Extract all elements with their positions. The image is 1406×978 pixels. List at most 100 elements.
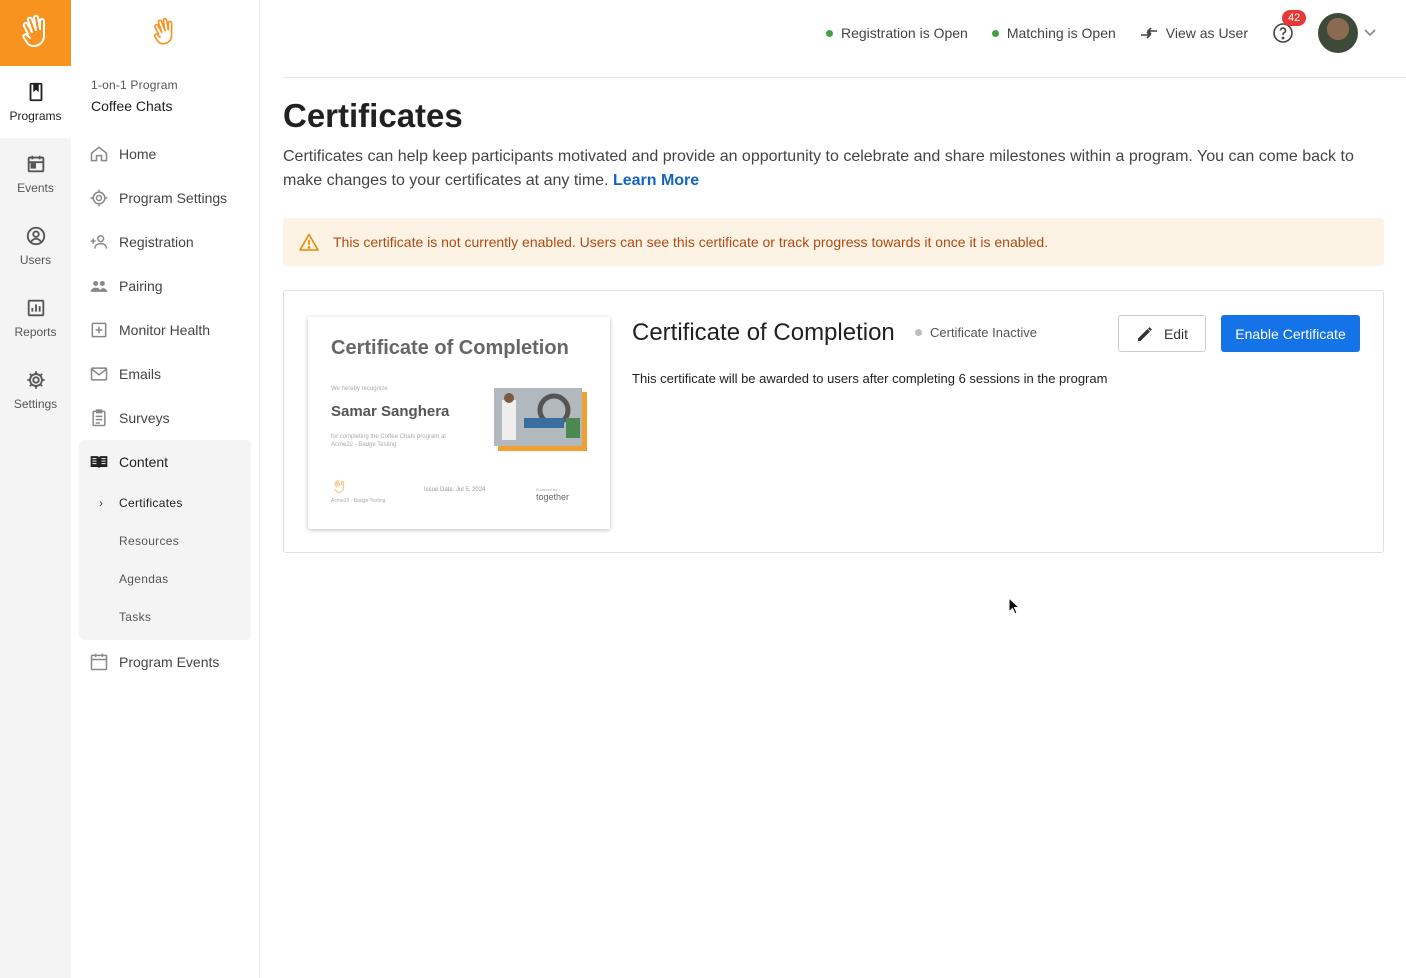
nav-subitem-label: Tasks	[119, 610, 152, 624]
nav-item-pairing[interactable]: Pairing	[79, 264, 251, 308]
matching-status: Matching is Open	[991, 25, 1116, 41]
registration-status: Registration is Open	[825, 25, 968, 41]
nav-subitem-resources[interactable]: Resources	[79, 522, 251, 560]
bar-chart-icon	[27, 299, 44, 317]
app-logo[interactable]	[0, 0, 71, 66]
nav-item-content[interactable]: Content	[79, 440, 251, 484]
preview-line: for completing the Coffee Chats program …	[331, 434, 446, 440]
user-circle-icon	[26, 226, 45, 246]
top-bar: Registration is Open Matching is Open Vi…	[260, 0, 1406, 66]
rail-item-users[interactable]: Users	[0, 210, 71, 282]
certificate-title: Certificate of Completion	[632, 319, 895, 346]
home-icon	[90, 146, 108, 162]
status-dot	[991, 29, 999, 37]
nav-subitem-label: Resources	[119, 534, 180, 548]
rail-item-programs[interactable]: Programs	[0, 66, 71, 138]
content-group: Content › Certificates Resources Agendas…	[79, 440, 251, 640]
health-plus-icon	[91, 322, 107, 338]
learn-more-link[interactable]: Learn More	[613, 172, 699, 189]
status-dot	[915, 329, 922, 336]
program-sidebar: 1-on-1 Program Coffee Chats Home Program…	[71, 0, 260, 978]
book-icon	[29, 82, 42, 102]
nav-subitem-certificates[interactable]: › Certificates	[79, 484, 251, 522]
open-book-icon	[90, 456, 108, 469]
nav-subitem-tasks[interactable]: Tasks	[79, 598, 251, 636]
nav-item-label: Surveys	[119, 410, 170, 426]
preview-recognize: We hereby recognize	[331, 386, 388, 392]
warning-icon	[299, 233, 319, 251]
nav-item-label: Program Settings	[119, 190, 228, 206]
calendar-icon	[90, 653, 108, 671]
alert-text: This certificate is not currently enable…	[333, 234, 1049, 250]
certificate-preview[interactable]: Certificate of Completion We hereby reco…	[308, 317, 610, 529]
gear-icon	[26, 371, 45, 389]
preview-recipient-name: Samar Sanghera	[331, 403, 450, 420]
app-rail: Programs Events Users Reports Settings	[0, 0, 71, 978]
rail-item-label: Events	[17, 181, 54, 195]
waving-hand-logo-icon	[334, 480, 344, 493]
view-as-user-label: View as User	[1165, 25, 1248, 41]
pencil-icon	[1137, 326, 1152, 341]
divider	[283, 66, 1406, 78]
preview-details: for completing the Coffee Chats program …	[331, 433, 481, 449]
preview-brand: Powered by together	[536, 487, 569, 502]
page-description-text: Certificates can help keep participants …	[283, 148, 1354, 189]
avatar	[1318, 13, 1358, 53]
user-menu[interactable]	[1318, 13, 1376, 53]
nav-item-label: Content	[119, 454, 169, 470]
mouse-cursor-icon	[1008, 597, 1020, 615]
swap-arrows-icon	[1140, 27, 1157, 39]
rail-item-label: Users	[19, 253, 52, 267]
enable-certificate-button[interactable]: Enable Certificate	[1221, 315, 1360, 352]
rail-item-events[interactable]: Events	[0, 138, 71, 210]
nav-subitem-label: Certificates	[119, 496, 183, 510]
page-description: Certificates can help keep participants …	[283, 145, 1393, 193]
rail-item-label: Reports	[14, 325, 57, 339]
nav-item-label: Monitor Health	[119, 322, 211, 338]
edit-button-label: Edit	[1163, 325, 1189, 342]
nav-subitem-label: Agendas	[119, 572, 169, 586]
page-title: Certificates	[283, 97, 463, 134]
edit-button[interactable]: Edit	[1118, 315, 1206, 352]
chevron-down-icon	[1364, 29, 1376, 37]
preview-org: Acme22 - Badge Testing	[331, 498, 386, 504]
certificate-description: This certificate will be awarded to user…	[632, 371, 1108, 386]
preview-title: Certificate of Completion	[331, 337, 569, 359]
view-as-user-button[interactable]: View as User	[1140, 25, 1248, 41]
nav-item-emails[interactable]: Emails	[79, 352, 251, 396]
preview-brand-name: together	[536, 492, 570, 502]
rail-item-reports[interactable]: Reports	[0, 282, 71, 354]
rail-item-label: Programs	[9, 109, 62, 123]
nav-item-registration[interactable]: Registration	[79, 220, 251, 264]
certificate-status-label: Certificate Inactive	[930, 325, 1037, 340]
rail-item-settings[interactable]: Settings	[0, 354, 71, 426]
chevron-right-icon: ›	[99, 496, 104, 510]
notification-badge: 42	[1282, 10, 1307, 26]
matching-status-label: Matching is Open	[1006, 25, 1116, 41]
registration-status-label: Registration is Open	[840, 25, 968, 41]
rail-item-label: Settings	[13, 397, 58, 411]
preview-issue-date: Issue Date: Jul 5, 2024	[424, 487, 486, 493]
nav-item-label: Registration	[119, 234, 194, 250]
program-nav: Home Program Settings Registration Pairi…	[79, 132, 251, 684]
nav-subitem-agendas[interactable]: Agendas	[79, 560, 251, 598]
nav-item-label: Emails	[119, 366, 162, 382]
status-dot	[825, 29, 833, 37]
nav-item-home[interactable]: Home	[79, 132, 251, 176]
nav-item-label: Pairing	[119, 278, 163, 294]
nav-item-program-events[interactable]: Program Events	[79, 640, 251, 684]
waving-hand-logo-icon	[153, 17, 173, 45]
nav-item-label: Home	[119, 146, 157, 162]
nav-item-surveys[interactable]: Surveys	[79, 396, 251, 440]
certificate-card: Certificate of Completion We hereby reco…	[283, 290, 1384, 553]
program-type: 1-on-1 Program	[91, 78, 178, 92]
nav-item-monitor-health[interactable]: Monitor Health	[79, 308, 251, 352]
calendar-icon	[27, 155, 44, 173]
people-icon	[90, 281, 108, 292]
gear-icon	[90, 189, 108, 207]
program-logo	[71, 0, 259, 66]
help-button[interactable]: 42	[1272, 10, 1307, 44]
nav-item-program-settings[interactable]: Program Settings	[79, 176, 251, 220]
preview-photo	[494, 388, 587, 451]
warning-alert: This certificate is not currently enable…	[283, 218, 1384, 266]
